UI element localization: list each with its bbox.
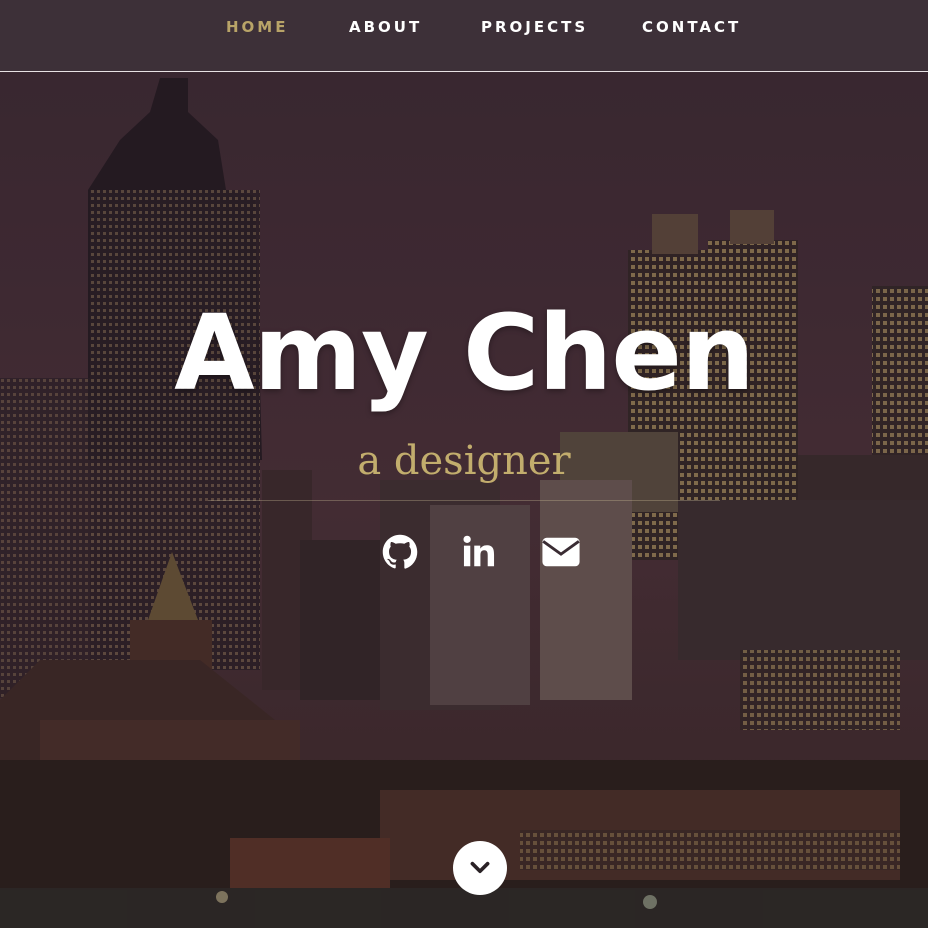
linkedin-icon bbox=[463, 535, 495, 567]
linkedin-link[interactable] bbox=[459, 532, 499, 572]
nav-link-home[interactable]: HOME bbox=[226, 18, 288, 36]
nav-link-contact[interactable]: CONTACT bbox=[642, 18, 741, 36]
email-link[interactable] bbox=[541, 532, 581, 572]
github-icon bbox=[382, 534, 418, 569]
github-link[interactable] bbox=[380, 532, 420, 572]
nav-link-projects[interactable]: PROJECTS bbox=[481, 18, 588, 36]
chevron-down-icon bbox=[470, 861, 490, 874]
scroll-down-button[interactable] bbox=[453, 841, 507, 895]
email-icon bbox=[542, 537, 580, 567]
top-navigation: HOME ABOUT PROJECTS CONTACT bbox=[0, 0, 928, 72]
hero-divider bbox=[208, 500, 720, 501]
hero-title: Amy Chen bbox=[174, 292, 755, 414]
nav-link-about[interactable]: ABOUT bbox=[349, 18, 422, 36]
hero-subtitle: a designer bbox=[357, 438, 571, 484]
